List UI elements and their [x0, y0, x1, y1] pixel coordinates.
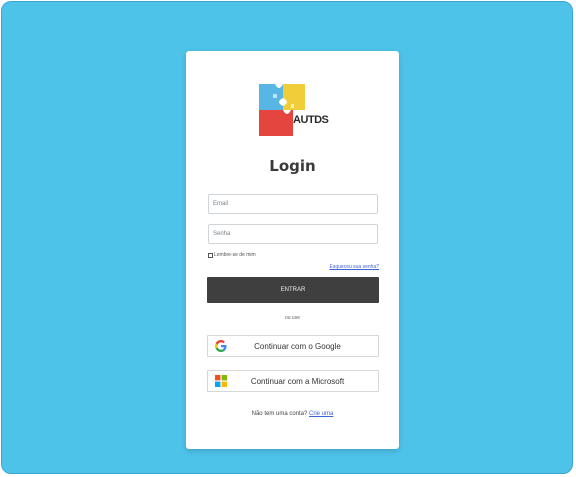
page-background: AUTDS Login Email Senha Lembre-se de mim… — [1, 1, 573, 474]
remember-checkbox[interactable] — [208, 252, 213, 258]
or-divider-text: ou use — [284, 315, 300, 321]
signup-prompt: Não tem uma conta? — [251, 411, 308, 417]
enter-button[interactable]: ENTRAR — [207, 277, 379, 303]
microsoft-button-label: Continuar com a Microsoft — [250, 376, 345, 386]
password-field[interactable]: Senha — [208, 224, 378, 244]
microsoft-icon — [215, 375, 227, 387]
google-login-button[interactable]: Continuar com o Google — [207, 335, 379, 357]
signup-link[interactable]: Crie uma — [309, 411, 333, 417]
remember-label: Lembre-se de mim — [214, 252, 256, 258]
puzzle-logo-icon — [259, 84, 305, 136]
logo-text: AUTDS — [293, 114, 329, 126]
signup-row: Não tem uma conta? Crie uma — [186, 411, 399, 417]
app-logo: AUTDS — [259, 84, 329, 136]
page-title: Login — [269, 157, 316, 175]
email-placeholder: Email — [213, 201, 229, 207]
google-button-label: Continuar com o Google — [254, 341, 341, 351]
password-placeholder: Senha — [213, 231, 231, 237]
email-field[interactable]: Email — [208, 194, 378, 214]
microsoft-login-button[interactable]: Continuar com a Microsoft — [207, 370, 379, 392]
remember-me[interactable]: Lembre-se de mim — [208, 252, 256, 258]
login-card: AUTDS Login Email Senha Lembre-se de mim… — [186, 51, 399, 449]
google-icon — [215, 340, 227, 352]
forgot-password-link[interactable]: Esqueceu sua senha? — [330, 264, 379, 270]
